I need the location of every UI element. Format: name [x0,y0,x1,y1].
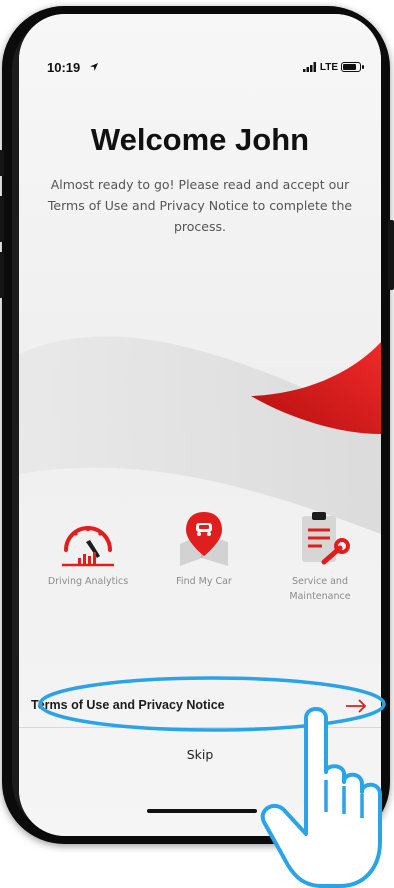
feature-label-driving-analytics: Driving Analytics [47,576,129,587]
status-time: 10:19 [47,60,81,75]
feature-label-find-my-car: Find My Car [176,576,232,587]
home-indicator [147,809,257,813]
mute-switch [0,150,4,176]
volume-down-button [0,252,4,298]
clipboard-wrench-icon [302,512,350,565]
terms-label: Terms of Use and Privacy Notice [31,698,225,712]
status-bar: 10:19 LTE [19,14,381,84]
power-button [388,220,394,290]
welcome-title: Welcome John [90,122,310,157]
feature-label-service-maintenance: Service and Maintenance [289,576,351,602]
app-screen: 10:19 LTE Welcome John Almost ready to g… [19,14,381,836]
welcome-message: Almost ready to go! Please read and acce… [47,177,353,234]
volume-up-button [0,196,4,242]
speedometer-icon [62,526,114,567]
battery-icon [341,62,364,72]
feature-driving-analytics: Driving Analytics [33,508,143,589]
features-row: Driving Analytics Find My Car Service an… [33,508,373,658]
location-arrow-icon [90,63,98,71]
signal-bars-icon [302,62,316,72]
network-type: LTE [319,61,338,73]
terms-privacy-link[interactable]: Terms of Use and Privacy Notice [19,686,381,728]
feature-find-my-car: Find My Car [149,508,259,589]
arrow-right-icon [346,699,367,713]
status-icons: LTE [302,60,364,74]
skip-button[interactable]: Skip [19,742,381,768]
map-pin-car-icon [180,512,228,566]
feature-service-maintenance: Service and Maintenance [265,508,375,604]
